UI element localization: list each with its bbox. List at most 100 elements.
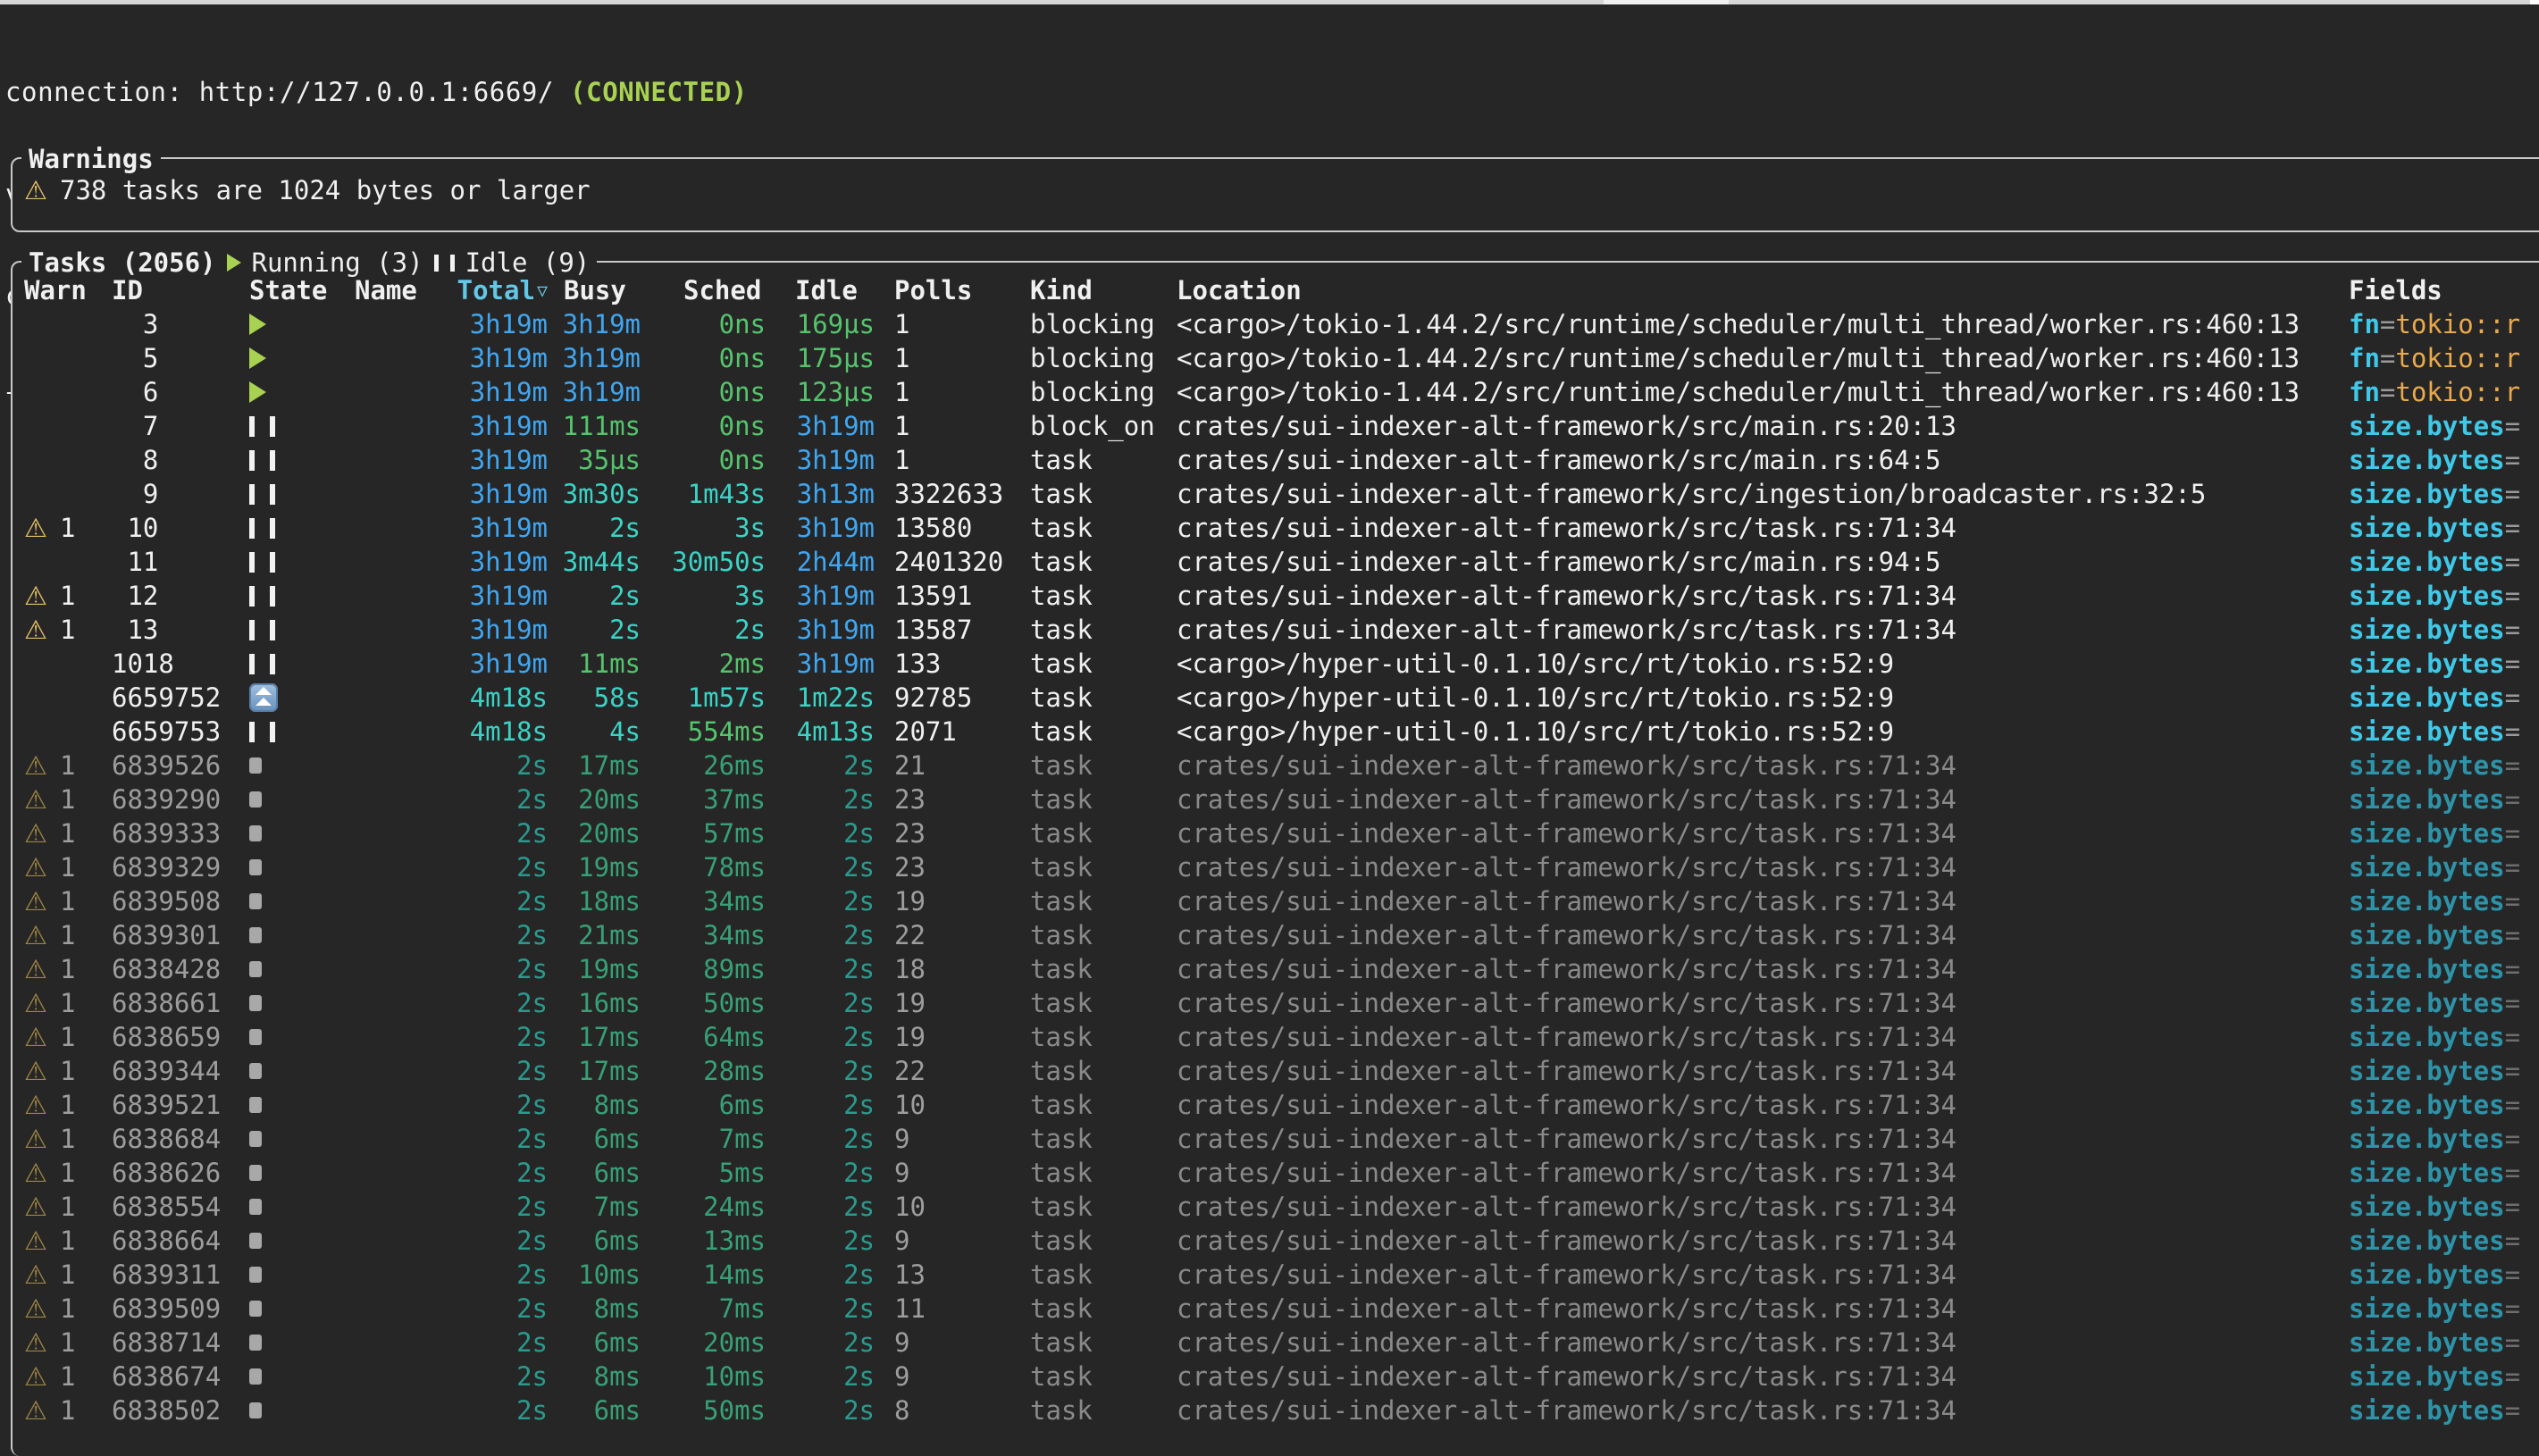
task-location: crates/sui-indexer-alt-framework/src/tas… [1168,986,2349,1020]
task-row[interactable]: ⚠ 1 6839301 2s 21ms 34ms 2s 22 task crat… [24,918,2539,952]
task-row[interactable]: ⚠ 1 6839329 2s 19ms 78ms 2s 23 task crat… [24,850,2539,884]
task-row[interactable]: ⚠ 1 6839509 2s 8ms 7ms 2s 11 task crates… [24,1292,2539,1326]
task-kind: task [1010,545,1168,579]
task-row[interactable]: 9 3h19m 3m30s 1m43s 3h13m 3322633 task c… [24,477,2539,511]
state-cell [222,647,346,681]
task-fields: size.bytes= [2349,545,2539,579]
warn-count: 1 [60,1224,75,1258]
task-row[interactable]: ⚠ 1 6838626 2s 6ms 5ms 2s 9 task crates/… [24,1156,2539,1190]
task-name [346,782,448,816]
task-kind: blocking [1010,341,1168,375]
column-header-polls[interactable]: Polls [875,273,1010,307]
state-cell [222,1292,346,1326]
task-row[interactable]: ⚠ 1 10 3h19m 2s 3s 3h19m 13580 task crat… [24,511,2539,545]
polls-count: 13580 [875,511,1010,545]
task-row[interactable]: 6 3h19m 3h19m 0ns 123µs 1 blocking <carg… [24,375,2539,409]
column-header-kind[interactable]: Kind [1010,273,1168,307]
warnings-panel-title: Warnings [21,142,161,176]
idle-duration: 2s [766,1393,875,1427]
task-name [346,409,448,443]
task-id: 6839344 [112,1054,222,1088]
task-row[interactable]: ⚠ 1 6838659 2s 17ms 64ms 2s 19 task crat… [24,1020,2539,1054]
task-location: crates/sui-indexer-alt-framework/src/tas… [1168,1020,2349,1054]
column-header-location[interactable]: Location [1168,273,2349,307]
column-header-idle[interactable]: Idle [766,273,875,307]
task-name [346,1122,448,1156]
total-duration: 2s [448,749,548,782]
task-row[interactable]: 3 3h19m 3h19m 0ns 169µs 1 blocking <carg… [24,307,2539,341]
f-key: size.bytes [2349,579,2505,613]
busy-duration: 6ms [548,1224,641,1258]
busy-duration: 8ms [548,1088,641,1122]
task-row[interactable]: 11 3h19m 3m44s 30m50s 2h44m 2401320 task… [24,545,2539,579]
f-key: size.bytes [2349,1393,2505,1427]
task-row[interactable]: ⚠ 1 6839311 2s 10ms 14ms 2s 13 task crat… [24,1258,2539,1292]
task-row[interactable]: ⚠ 1 6838428 2s 19ms 89ms 2s 18 task crat… [24,952,2539,986]
task-row[interactable]: ⚠ 1 6838674 2s 8ms 10ms 2s 9 task crates… [24,1360,2539,1393]
task-row[interactable]: 8 3h19m 35µs 0ns 3h19m 1 task crates/sui… [24,443,2539,477]
sched-duration: 0ns [641,341,766,375]
f-eq: = [2505,477,2520,511]
f-key: size.bytes [2349,545,2505,579]
busy-duration: 2s [548,579,641,613]
task-row[interactable]: ⚠ 1 6839290 2s 20ms 37ms 2s 23 task crat… [24,782,2539,816]
polls-count: 1 [875,375,1010,409]
task-row[interactable]: ⚠ 1 6838661 2s 16ms 50ms 2s 19 task crat… [24,986,2539,1020]
task-row[interactable]: 6659753 4m18s 4s 554ms 4m13s 2071 task <… [24,715,2539,749]
warn-cell: ⚠ 1 [24,1258,112,1292]
total-duration: 2s [448,1326,548,1360]
polls-count: 8 [875,1393,1010,1427]
f-eq: = [2380,375,2395,409]
total-duration: 3h19m [448,511,548,545]
task-fields: size.bytes= [2349,884,2539,918]
task-row[interactable]: ⚠ 1 6838664 2s 6ms 13ms 2s 9 task crates… [24,1224,2539,1258]
f-eq: = [2505,613,2520,647]
task-row[interactable]: ⚠ 1 6838684 2s 6ms 7ms 2s 9 task crates/… [24,1122,2539,1156]
column-header-fields[interactable]: Fields [2349,273,2539,307]
task-kind: task [1010,477,1168,511]
task-row[interactable]: ⚠ 1 6838502 2s 6ms 50ms 2s 8 task crates… [24,1393,2539,1427]
total-duration: 3h19m [448,579,548,613]
task-row[interactable]: ⚠ 1 12 3h19m 2s 3s 3h19m 13591 task crat… [24,579,2539,613]
column-header-sched[interactable]: Sched [641,273,766,307]
total-duration: 2s [448,918,548,952]
warning-icon: ⚠ [24,816,47,850]
warn-count: 1 [60,782,75,816]
task-row[interactable]: 6659752 4m18s 58s 1m57s 1m22s 92785 task… [24,681,2539,715]
sched-duration: 28ms [641,1054,766,1088]
task-fields: size.bytes= [2349,477,2539,511]
sched-duration: 89ms [641,952,766,986]
f-eq: = [2505,681,2520,715]
task-id: 6839526 [112,749,222,782]
task-row[interactable]: ⚠ 1 6839344 2s 17ms 28ms 2s 22 task crat… [24,1054,2539,1088]
task-id: 1018 [112,647,222,681]
f-key: size.bytes [2349,1054,2505,1088]
warning-icon: ⚠ [24,1258,47,1292]
task-row[interactable]: 1018 3h19m 11ms 2ms 3h19m 133 task <carg… [24,647,2539,681]
state-cell [222,613,346,647]
total-duration: 2s [448,986,548,1020]
task-row[interactable]: ⚠ 1 6839508 2s 18ms 34ms 2s 19 task crat… [24,884,2539,918]
task-row[interactable]: ⚠ 1 6839333 2s 20ms 57ms 2s 23 task crat… [24,816,2539,850]
task-row[interactable]: ⚠ 1 6838714 2s 6ms 20ms 2s 9 task crates… [24,1326,2539,1360]
f-key: size.bytes [2349,1326,2505,1360]
task-name [346,1088,448,1122]
busy-duration: 17ms [548,749,641,782]
polls-count: 19 [875,986,1010,1020]
warn-cell: ⚠ 1 [24,1054,112,1088]
task-id: 5 [112,341,222,375]
task-name [346,749,448,782]
task-id: 6838714 [112,1326,222,1360]
state-done-icon [249,1267,262,1283]
task-row[interactable]: ⚠ 1 6839526 2s 17ms 26ms 2s 21 task crat… [24,749,2539,782]
task-row[interactable]: 7 3h19m 111ms 0ns 3h19m 1 block_on crate… [24,409,2539,443]
sched-duration: 50ms [641,986,766,1020]
task-row[interactable]: ⚠ 1 13 3h19m 2s 2s 3h19m 13587 task crat… [24,613,2539,647]
task-row[interactable]: ⚠ 1 6839521 2s 8ms 6ms 2s 10 task crates… [24,1088,2539,1122]
state-cell [222,918,346,952]
task-row[interactable]: ⚠ 1 6838554 2s 7ms 24ms 2s 10 task crate… [24,1190,2539,1224]
warn-count: 1 [60,1393,75,1427]
polls-count: 11 [875,1292,1010,1326]
task-row[interactable]: 5 3h19m 3h19m 0ns 175µs 1 blocking <carg… [24,341,2539,375]
warn-count: 1 [60,918,75,952]
